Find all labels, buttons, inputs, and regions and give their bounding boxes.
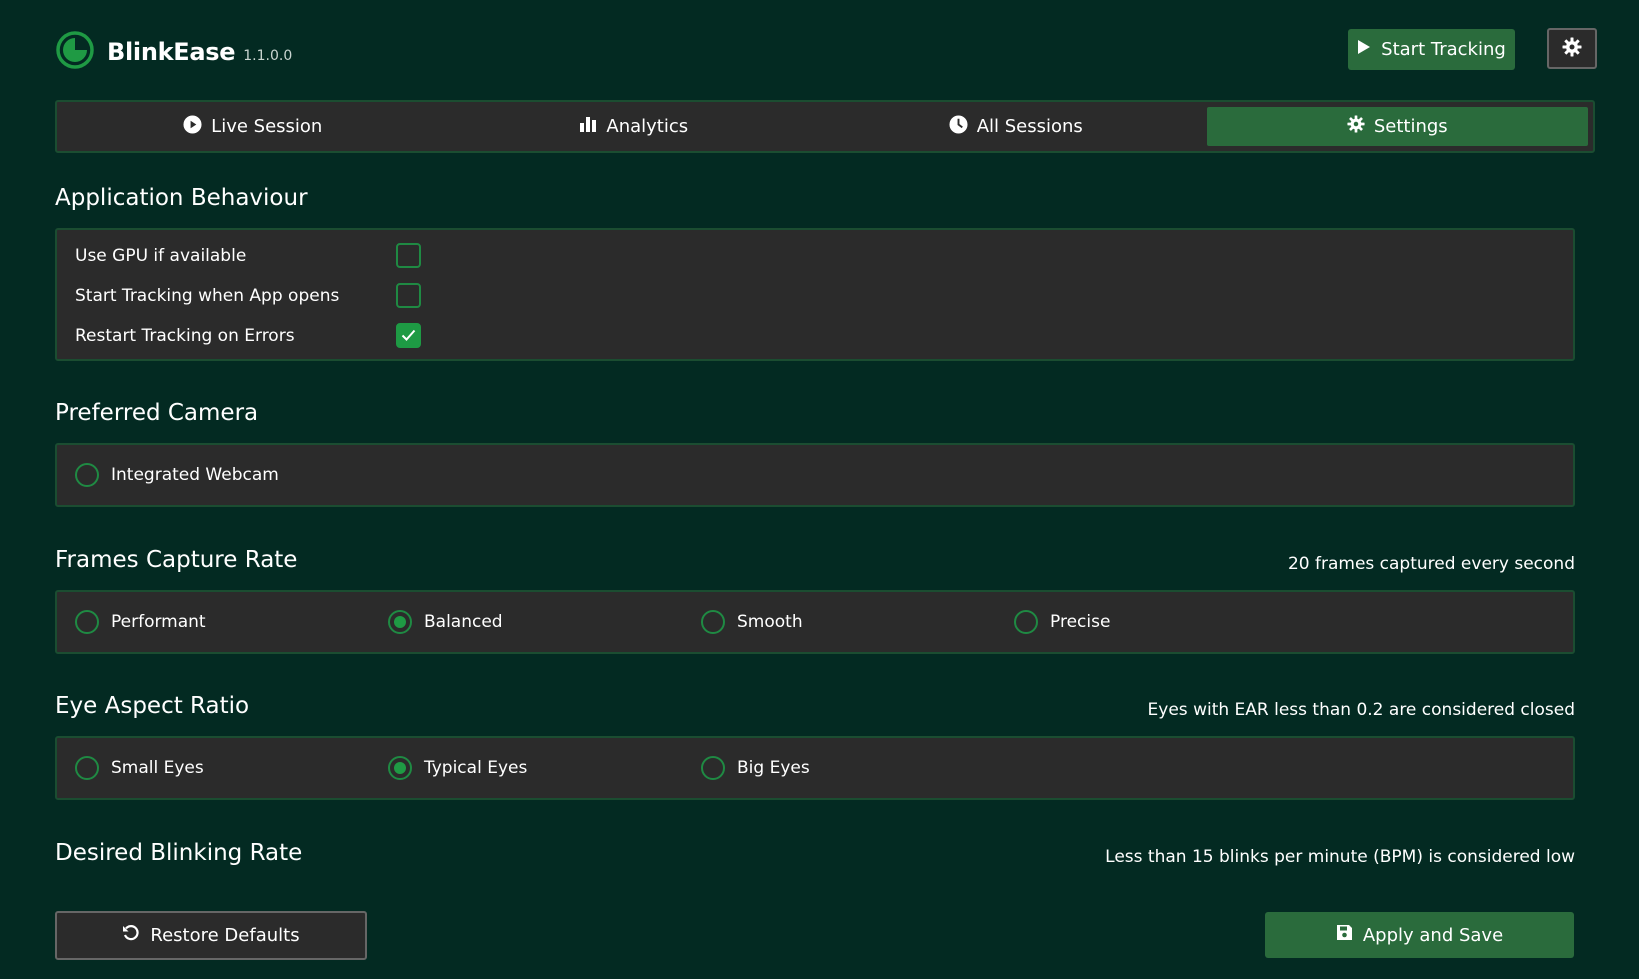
option-use-gpu: Use GPU if available bbox=[75, 241, 246, 271]
play-icon bbox=[1357, 39, 1381, 60]
restart-on-errors-checkbox[interactable] bbox=[396, 323, 421, 348]
app-name: BlinkEase bbox=[107, 38, 236, 66]
tab-bar: Live Session Analytics All Sessions Sett… bbox=[55, 100, 1595, 153]
header: BlinkEase 1.1.0.0 Start Tracking bbox=[55, 28, 1597, 72]
brand: BlinkEase 1.1.0.0 bbox=[55, 30, 292, 74]
radio-label: Small Eyes bbox=[111, 758, 204, 778]
option-label: Start Tracking when App opens bbox=[75, 286, 340, 306]
tab-label: Settings bbox=[1373, 116, 1448, 137]
clock-icon bbox=[949, 114, 977, 139]
gear-icon bbox=[1347, 115, 1374, 138]
start-on-open-checkbox[interactable] bbox=[396, 283, 421, 308]
radio-precise[interactable]: Precise bbox=[1014, 610, 1110, 634]
save-icon bbox=[1336, 924, 1363, 946]
ear-panel: Small Eyes Typical Eyes Big Eyes bbox=[55, 736, 1575, 800]
restore-defaults-label: Restore Defaults bbox=[150, 925, 300, 946]
tab-all-sessions[interactable]: All Sessions bbox=[825, 107, 1207, 146]
radio-integrated-webcam[interactable]: Integrated Webcam bbox=[75, 463, 279, 487]
radio-label: Big Eyes bbox=[737, 758, 810, 778]
radio-button bbox=[388, 610, 412, 634]
frames-title: Frames Capture Rate bbox=[55, 547, 298, 573]
radio-performant[interactable]: Performant bbox=[75, 610, 206, 634]
tab-label: Analytics bbox=[606, 116, 689, 137]
frames-note: 20 frames captured every second bbox=[1287, 554, 1575, 574]
play-circle-icon bbox=[183, 114, 211, 139]
ear-title: Eye Aspect Ratio bbox=[55, 693, 250, 719]
logo-icon bbox=[55, 30, 95, 74]
settings-gear-button[interactable] bbox=[1547, 28, 1597, 69]
blink-title: Desired Blinking Rate bbox=[55, 840, 303, 866]
radio-label: Performant bbox=[111, 612, 206, 632]
apply-and-save-button[interactable]: Apply and Save bbox=[1265, 912, 1574, 958]
undo-icon bbox=[122, 924, 150, 947]
radio-label: Precise bbox=[1050, 612, 1111, 632]
option-label: Use GPU if available bbox=[75, 246, 247, 266]
check-icon bbox=[401, 329, 416, 341]
app-version: 1.1.0.0 bbox=[243, 48, 293, 64]
option-label: Restart Tracking on Errors bbox=[75, 326, 295, 346]
radio-button bbox=[701, 756, 725, 780]
bar-chart-icon bbox=[580, 116, 606, 137]
restore-defaults-button[interactable]: Restore Defaults bbox=[55, 911, 367, 960]
option-start-on-open: Start Tracking when App opens bbox=[75, 281, 339, 311]
radio-button bbox=[1014, 610, 1038, 634]
radio-typical-eyes[interactable]: Typical Eyes bbox=[388, 756, 527, 780]
radio-small-eyes[interactable]: Small Eyes bbox=[75, 756, 204, 780]
ear-note: Eyes with EAR less than 0.2 are consider… bbox=[1147, 700, 1575, 720]
radio-smooth[interactable]: Smooth bbox=[701, 610, 803, 634]
use-gpu-checkbox[interactable] bbox=[396, 243, 421, 268]
radio-balanced[interactable]: Balanced bbox=[388, 610, 503, 634]
camera-title: Preferred Camera bbox=[55, 400, 259, 426]
tab-label: All Sessions bbox=[976, 116, 1083, 137]
tab-live-session[interactable]: Live Session bbox=[62, 107, 444, 146]
radio-label: Typical Eyes bbox=[424, 758, 528, 778]
radio-big-eyes[interactable]: Big Eyes bbox=[701, 756, 810, 780]
radio-button bbox=[388, 756, 412, 780]
camera-panel: Integrated Webcam bbox=[55, 443, 1575, 507]
behaviour-title: Application Behaviour bbox=[55, 185, 308, 211]
settings-window: BlinkEase 1.1.0.0 Start Tracking Live Se… bbox=[0, 0, 1639, 979]
radio-button bbox=[75, 756, 99, 780]
gear-icon bbox=[1562, 37, 1582, 61]
radio-label: Balanced bbox=[424, 612, 503, 632]
start-tracking-button[interactable]: Start Tracking bbox=[1348, 29, 1515, 70]
tab-analytics[interactable]: Analytics bbox=[444, 107, 826, 146]
tab-settings[interactable]: Settings bbox=[1206, 107, 1588, 146]
behaviour-panel: Use GPU if available Start Tracking when… bbox=[55, 228, 1575, 361]
blink-note: Less than 15 blinks per minute (BPM) is … bbox=[1105, 847, 1575, 867]
radio-label: Smooth bbox=[737, 612, 803, 632]
frames-panel: Performant Balanced Smooth Precise bbox=[55, 590, 1575, 654]
apply-and-save-label: Apply and Save bbox=[1362, 924, 1504, 946]
start-tracking-label: Start Tracking bbox=[1381, 39, 1506, 60]
radio-button bbox=[75, 463, 99, 487]
option-restart-on-errors: Restart Tracking on Errors bbox=[75, 321, 295, 351]
radio-label: Integrated Webcam bbox=[111, 465, 279, 485]
radio-button bbox=[701, 610, 725, 634]
radio-button bbox=[75, 610, 99, 634]
tab-label: Live Session bbox=[211, 116, 323, 137]
